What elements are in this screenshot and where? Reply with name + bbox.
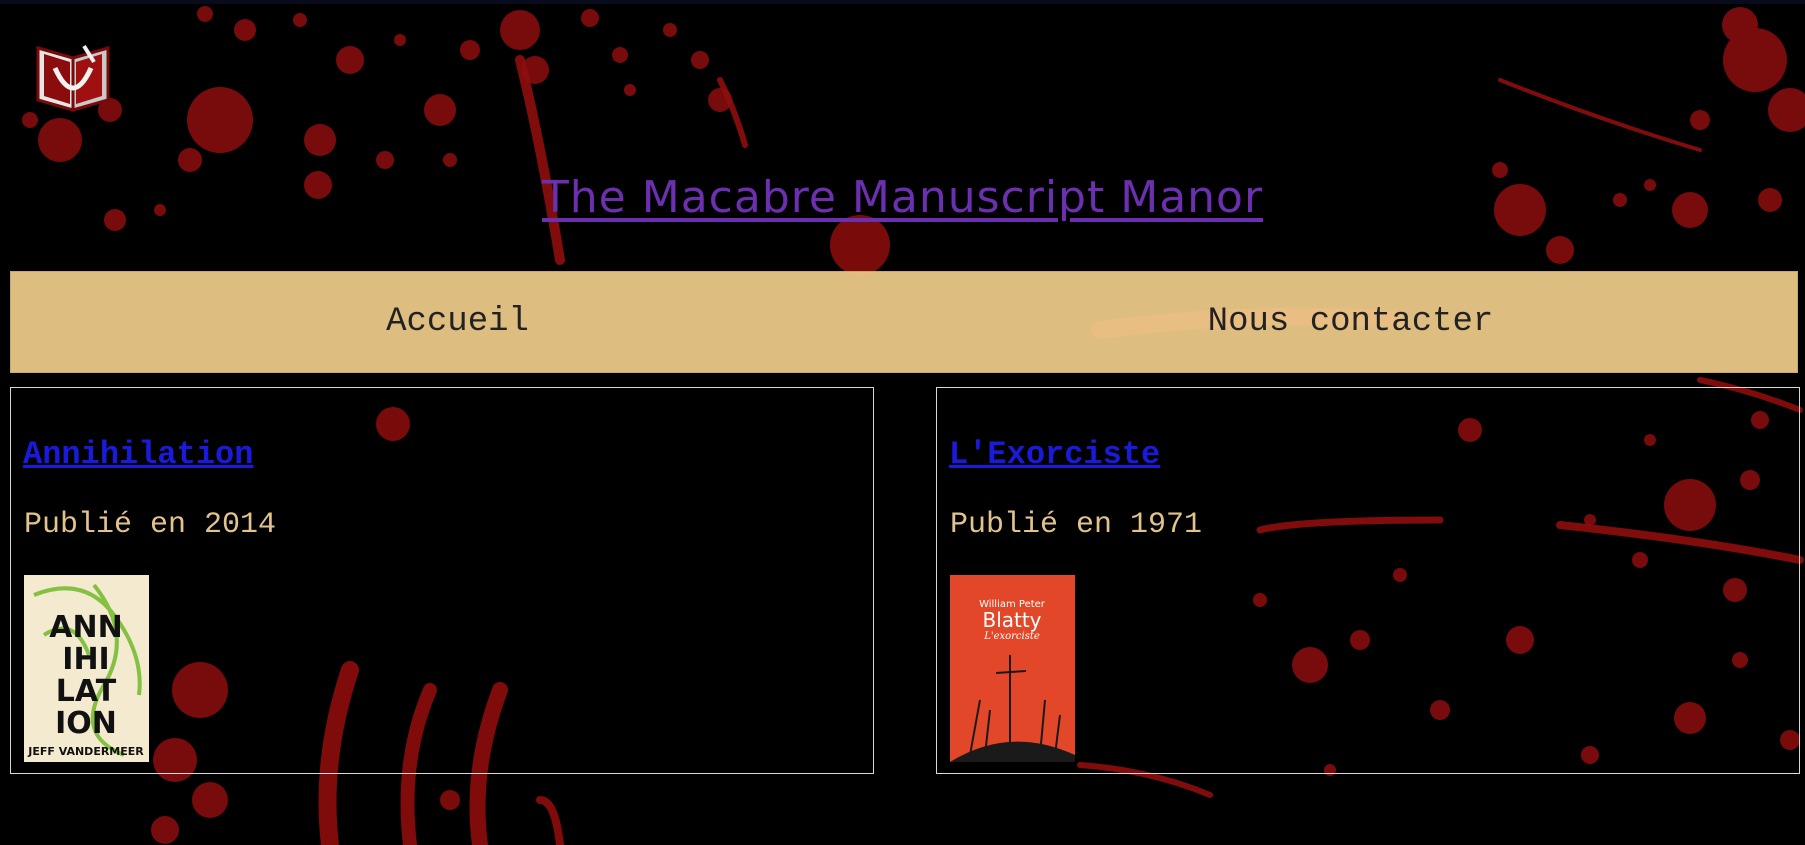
book-cover-image[interactable]: William Peter Blatty L'exorciste [950,575,1075,762]
book-card: Annihilation Publié en 2014 ANN IHI LAT … [10,387,874,774]
book-title-link[interactable]: L'Exorciste [949,436,1160,473]
nav-home-link[interactable]: Accueil [11,272,904,372]
cover-line: ION [55,706,117,741]
cover-author-last: Blatty [982,608,1041,632]
book-published-year: Publié en 1971 [950,508,1203,542]
book-card: L'Exorciste Publié en 1971 William Peter… [936,387,1800,774]
nav-contact-link[interactable]: Nous contacter [904,272,1797,372]
book-title-link[interactable]: Annihilation [23,436,253,473]
cover-line: ANN [49,610,122,645]
site-title-link[interactable]: The Macabre Manuscript Manor [0,172,1805,223]
bleeding-book-logo-icon[interactable] [30,38,116,112]
cover-subtitle: L'exorciste [983,631,1040,642]
cover-line: LAT [56,674,117,709]
main-navigation: Accueil Nous contacter [10,271,1798,373]
book-published-year: Publié en 2014 [24,508,277,542]
cover-author: JEFF VANDERMEER [27,745,144,758]
top-strip [0,0,1805,4]
book-cover-image[interactable]: ANN IHI LAT ION JEFF VANDERMEER [24,575,149,762]
cover-line: IHI [62,642,109,677]
